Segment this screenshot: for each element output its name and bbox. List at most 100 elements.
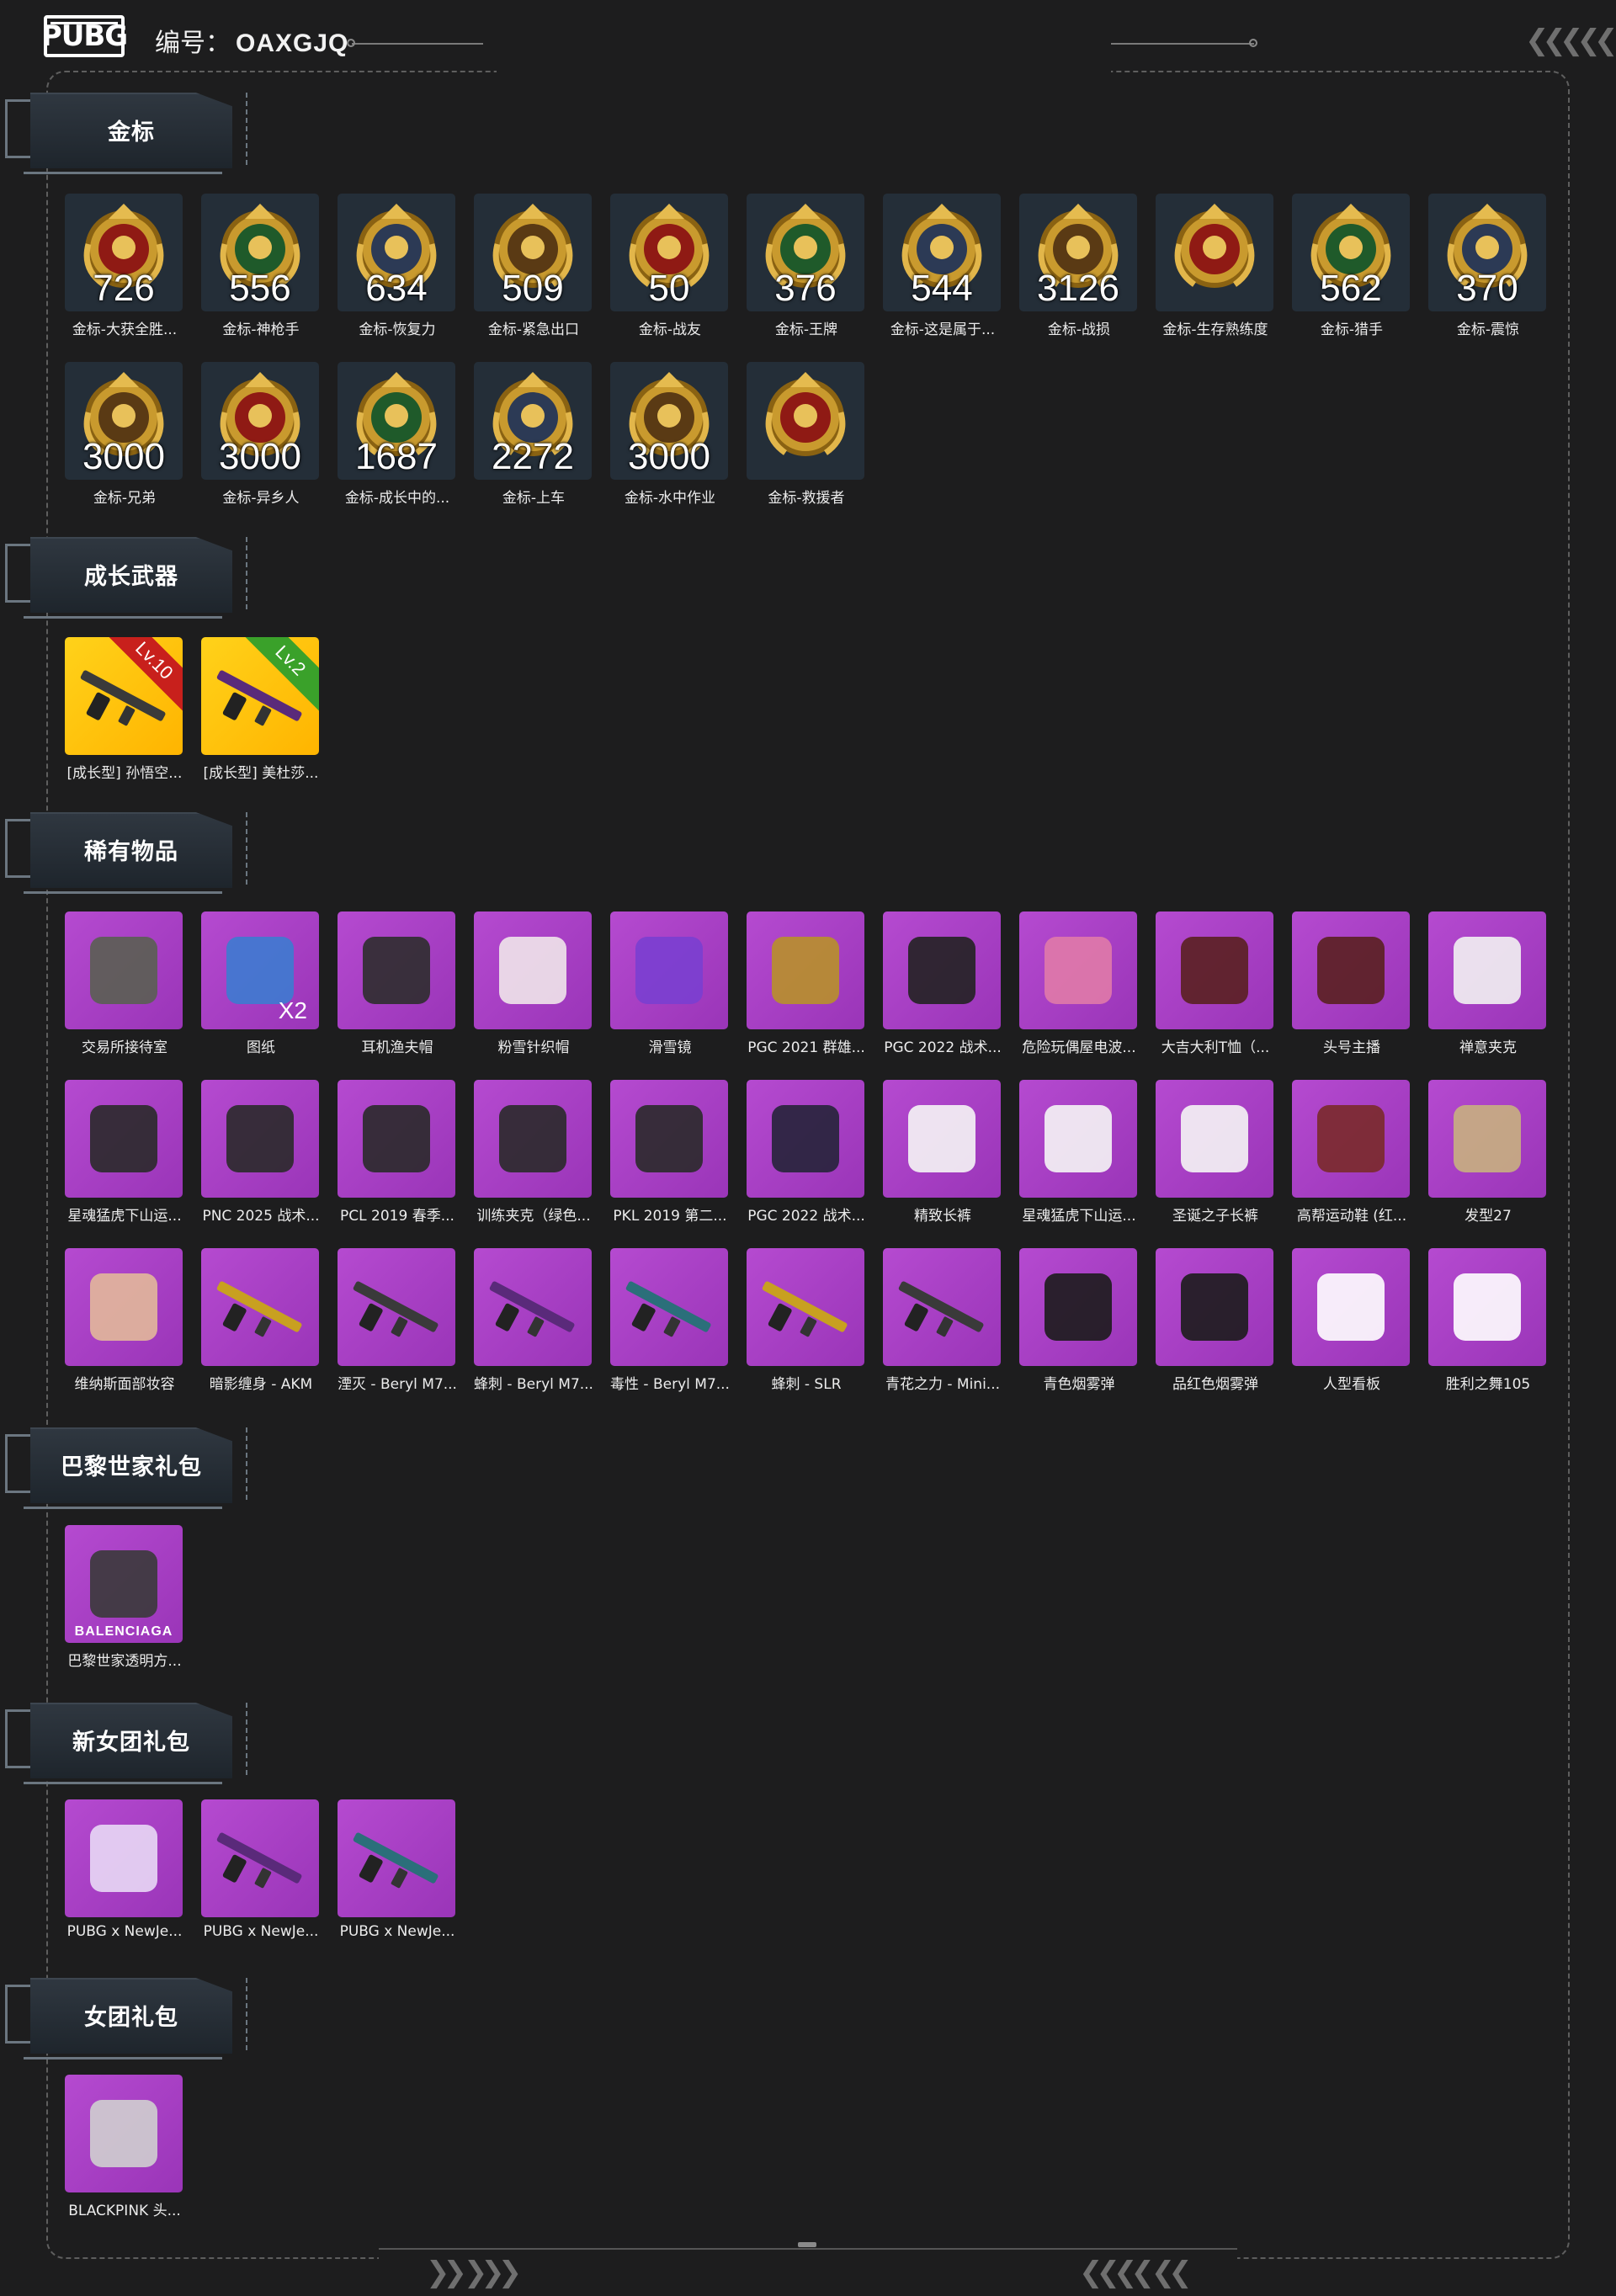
emote-sign-icon [1317,1273,1385,1341]
item-tile [610,1248,728,1366]
item-label: 金标-大获全胜... [72,322,178,338]
item-count: 3000 [219,436,301,477]
inventory-item[interactable]: BLACKPINK 头... [64,2075,185,2243]
inventory-item[interactable]: 3126 金标-战损 [1018,194,1140,362]
inventory-item[interactable]: 湮灭 - Beryl M7... [337,1248,458,1416]
item-label: 圣诞之子长裤 [1172,1208,1258,1225]
inventory-item[interactable]: Lv.2 [成长型] 美杜莎... [200,637,322,805]
inventory-item[interactable]: 50 金标-战友 [609,194,731,362]
inventory-item[interactable]: PUBG x NewJe... [64,1799,185,1968]
inventory-item[interactable]: 509 金标-紧急出口 [473,194,594,362]
inventory-item[interactable]: 交易所接待室 [64,911,185,1080]
inventory-item[interactable]: 370 金标-震惊 [1427,194,1549,362]
inventory-item[interactable]: 726 金标-大获全胜... [64,194,185,362]
item-tile [1019,1080,1137,1198]
inventory-item[interactable]: 耳机渔夫帽 [337,911,458,1080]
inventory-item[interactable]: 星魂猛虎下山运... [64,1080,185,1248]
inventory-item[interactable]: 人型看板 [1291,1248,1412,1416]
inventory-item[interactable]: 发型27 [1427,1080,1549,1248]
header-dash [237,93,247,165]
item-label: 青花之力 - Mini... [885,1376,1001,1393]
item-count: 509 [502,268,564,309]
item-label: 滑雪镜 [648,1039,692,1056]
inventory-item[interactable]: 544 金标-这是属于... [882,194,1003,362]
inventory-item[interactable]: PUBG x NewJe... [200,1799,322,1968]
inventory-item[interactable]: PCL 2019 春季... [337,1080,458,1248]
inventory-item[interactable]: 危险玩偶屋电波... [1018,911,1140,1080]
inventory-item[interactable]: 滑雪镜 [609,911,731,1080]
mask-icon [772,937,839,1004]
inventory-item[interactable]: 376 金标-王牌 [746,194,867,362]
inventory-item[interactable]: 精致长裤 [882,1080,1003,1248]
item-label: 暗影缠身 - AKM [209,1376,313,1393]
inventory-item[interactable]: 金标-生存熟练度 [1155,194,1276,362]
inventory-item[interactable]: 暗影缠身 - AKM [200,1248,322,1416]
inventory-item[interactable]: 金标-救援者 [746,362,867,530]
rifle-icon [216,1832,302,1889]
header-dash [237,537,247,609]
inventory-item[interactable]: 禅意夹克 [1427,911,1549,1080]
inventory-item[interactable]: PNC 2025 战术... [200,1080,322,1248]
item-label: 星魂猛虎下山运... [1022,1208,1136,1225]
item-quantity: X2 [278,997,307,1023]
inventory-item[interactable]: 556 金标-神枪手 [200,194,322,362]
item-label: 金标-异乡人 [222,490,300,507]
smoke-grenade-icon [1045,1273,1112,1341]
inventory-item[interactable]: BALENCIAGA 巴黎世家透明方... [64,1525,185,1693]
hair-icon [1454,1105,1521,1172]
inventory-item[interactable]: PUBG x NewJe... [337,1799,458,1968]
item-label: 星魂猛虎下山运... [67,1208,182,1225]
account-code: OAXGJQ [236,29,349,57]
inventory-item[interactable]: 训练夹克（绿色... [473,1080,594,1248]
inventory-item[interactable]: 蜂刺 - SLR [746,1248,867,1416]
inventory-item[interactable]: PGC 2021 群雄... [746,911,867,1080]
inventory-item[interactable]: 蜂刺 - Beryl M7... [473,1248,594,1416]
item-tile [747,1080,864,1198]
inventory-item[interactable]: PGC 2022 战术... [746,1080,867,1248]
item-label: PUBG x NewJe... [66,1923,183,1940]
item-label: 耳机渔夫帽 [361,1039,433,1056]
item-label: PNC 2025 战术... [202,1208,320,1225]
inventory-item[interactable]: 星魂猛虎下山运... [1018,1080,1140,1248]
inventory-item[interactable]: 3000 金标-异乡人 [200,362,322,530]
inventory-item[interactable]: Lv.10 [成长型] 孙悟空... [64,637,185,805]
header-dot-left [347,39,355,47]
inventory-item[interactable]: 青色烟雾弹 [1018,1248,1140,1416]
inventory-item[interactable]: 1687 金标-成长中的... [337,362,458,530]
inventory-item[interactable]: 圣诞之子长裤 [1155,1080,1276,1248]
item-tile: 509 [474,194,592,311]
inventory-item[interactable]: 大吉大利T恤（... [1155,911,1276,1080]
inventory-item[interactable]: X2 图纸 [200,911,322,1080]
item-count: 370 [1456,268,1518,309]
pants-icon [908,1105,975,1172]
inventory-item[interactable]: 青花之力 - Mini... [882,1248,1003,1416]
tshirt-icon [1317,937,1385,1004]
inventory-item[interactable]: 头号主播 [1291,911,1412,1080]
item-tile [747,362,864,480]
item-label: PGC 2022 战术... [747,1208,865,1225]
inventory-item[interactable]: 毒性 - Beryl M7... [609,1248,731,1416]
jacket-icon [363,1105,430,1172]
inventory-item[interactable]: 高帮运动鞋 (红... [1291,1080,1412,1248]
inventory-item[interactable]: 胜利之舞105 [1427,1248,1549,1416]
bottom-tick [798,2242,816,2247]
item-tile [1019,1248,1137,1366]
inventory-item[interactable]: 3000 金标-兄弟 [64,362,185,530]
inventory-item[interactable]: 2272 金标-上车 [473,362,594,530]
item-label: 金标-猎手 [1320,322,1384,338]
inventory-item[interactable]: 粉雪针织帽 [473,911,594,1080]
inventory-item[interactable]: 3000 金标-水中作业 [609,362,731,530]
inventory-item[interactable]: PGC 2022 战术... [882,911,1003,1080]
item-label: 精致长裤 [914,1208,971,1225]
inventory-item[interactable]: 634 金标-恢复力 [337,194,458,362]
inventory-item[interactable]: 562 金标-猎手 [1291,194,1412,362]
inventory-item[interactable]: 维纳斯面部妆容 [64,1248,185,1416]
header-underline [24,616,222,619]
item-count: 3000 [628,436,710,477]
item-tile: 3126 [1019,194,1137,311]
header-bracket [5,1434,34,1493]
smoke-grenade-icon [1181,1273,1248,1341]
inventory-item[interactable]: PKL 2019 第二... [609,1080,731,1248]
inventory-item[interactable]: 品红色烟雾弹 [1155,1248,1276,1416]
item-label: 高帮运动鞋 (红... [1296,1208,1407,1225]
